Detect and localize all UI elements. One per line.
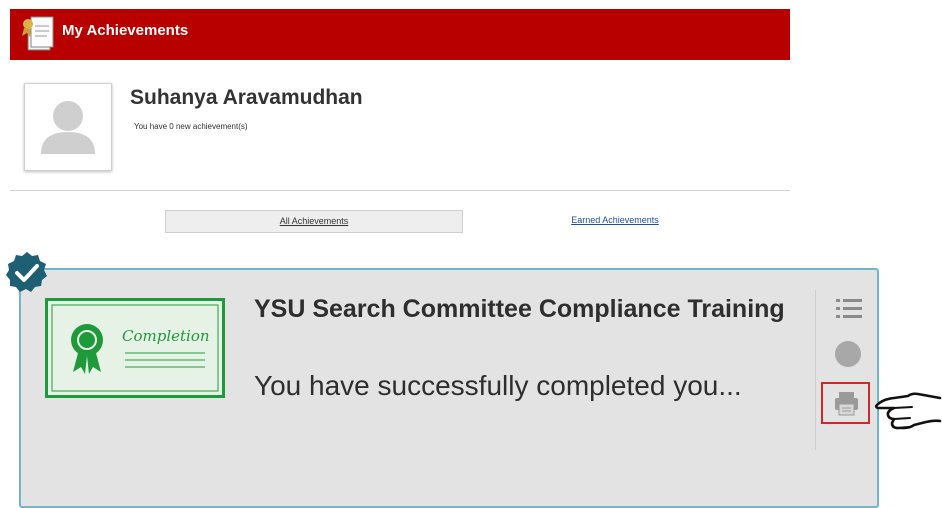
- print-button[interactable]: [821, 382, 870, 424]
- tab-earned-achievements[interactable]: Earned Achievements: [520, 210, 710, 233]
- checkmark-badge-icon: [6, 252, 47, 292]
- list-icon[interactable]: [834, 296, 864, 322]
- page-title: My Achievements: [62, 22, 189, 39]
- user-name: Suhanya Aravamudhan: [130, 86, 363, 109]
- header-bar: My Achievements: [10, 9, 790, 60]
- pointing-hand-icon: [874, 392, 942, 430]
- certificate-label: Completion: [122, 327, 210, 345]
- certificate-image: Completion: [45, 298, 225, 398]
- print-icon[interactable]: [833, 390, 860, 417]
- avatar: [24, 83, 112, 171]
- certificate-document-icon: [22, 16, 54, 51]
- user-silhouette-icon: [41, 101, 95, 154]
- achievement-title[interactable]: YSU Search Committee Compliance Training: [254, 292, 814, 326]
- card-divider: [815, 290, 816, 450]
- tab-all-achievements[interactable]: All Achievements: [165, 210, 463, 233]
- divider: [10, 190, 790, 191]
- achievement-description: You have successfully completed you...: [254, 370, 742, 401]
- new-achievements-text: You have 0 new achievement(s): [134, 122, 248, 131]
- circle-icon[interactable]: [835, 341, 861, 367]
